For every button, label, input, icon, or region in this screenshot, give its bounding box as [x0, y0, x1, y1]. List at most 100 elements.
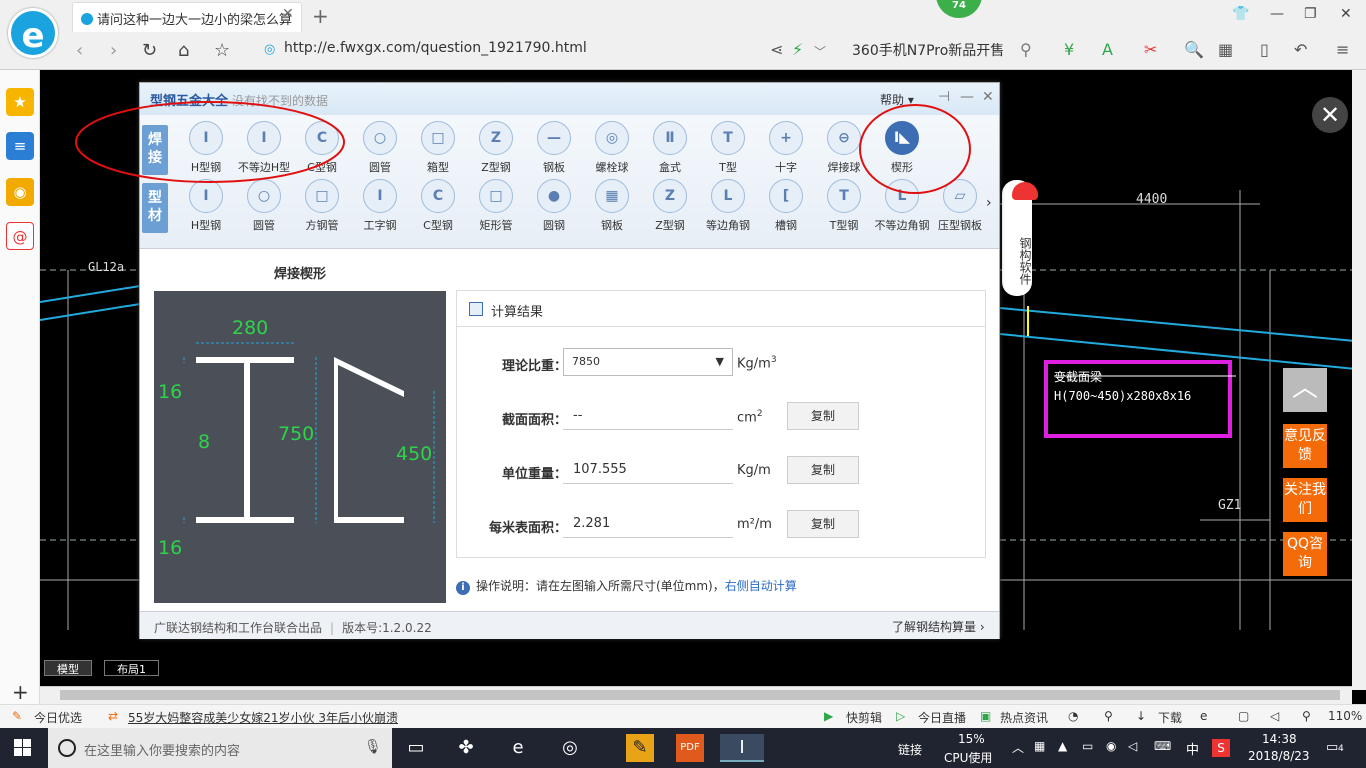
- weld-shape-item[interactable]: I H型钢: [177, 121, 235, 181]
- weld-shape-item[interactable]: + 十字: [757, 121, 815, 181]
- lightning-icon[interactable]: ⚡: [792, 40, 803, 59]
- qq-consult-button[interactable]: QQ咨询: [1283, 532, 1327, 576]
- pdf-app-icon[interactable]: PDF: [676, 734, 704, 762]
- browser-logo-icon[interactable]: e: [8, 8, 58, 58]
- phone-icon[interactable]: ▯: [1260, 40, 1269, 59]
- zoom-level[interactable]: 110%: [1328, 709, 1362, 723]
- news-link[interactable]: 55岁大妈整容成美少女嫁21岁小伙 3年后小伙崩溃: [128, 709, 398, 726]
- profile-shape-item[interactable]: □ 方钢管: [293, 179, 351, 239]
- dim-height-right[interactable]: 450: [396, 443, 432, 465]
- browser-tab[interactable]: 请问这种一边大一边小的梁怎么算: [72, 2, 302, 32]
- menu-icon[interactable]: ≡: [1336, 40, 1349, 59]
- speed-icon[interactable]: ◔: [1068, 709, 1078, 723]
- scissors-icon[interactable]: ✂: [1144, 40, 1157, 59]
- area-field[interactable]: --: [563, 402, 733, 430]
- help-menu[interactable]: 帮助 ▾: [880, 91, 914, 108]
- dialog-close-icon[interactable]: ✕: [982, 89, 994, 105]
- close-overlay-button[interactable]: ✕: [1312, 97, 1348, 133]
- minimize-icon[interactable]: —: [1270, 6, 1284, 22]
- cad-tab-model[interactable]: 模型: [44, 660, 92, 676]
- task-view-icon[interactable]: ▭: [402, 734, 430, 762]
- restore-icon[interactable]: ❐: [1304, 6, 1317, 22]
- steel-tool-app-icon[interactable]: I: [720, 734, 764, 762]
- notes-app-icon[interactable]: ✎: [626, 734, 654, 762]
- ie-mode-icon[interactable]: e: [1200, 709, 1207, 723]
- pin-tool-icon[interactable]: ⚲: [1104, 709, 1113, 723]
- home-icon[interactable]: ⌂: [178, 40, 189, 61]
- dim-top-flange[interactable]: 16: [158, 381, 182, 403]
- profile-shape-item[interactable]: ○ 圆管: [235, 179, 293, 239]
- url-input[interactable]: http://e.fwxgx.com/question_1921790.html: [284, 40, 587, 56]
- forward-icon[interactable]: ›: [110, 40, 117, 61]
- profile-shape-item[interactable]: [槽钢: [757, 179, 815, 239]
- profile-shape-item[interactable]: ▱ 压型钢板: [931, 179, 989, 239]
- back-icon[interactable]: ‹: [76, 40, 83, 61]
- back-to-top-button[interactable]: ︿: [1283, 368, 1327, 412]
- sogou-ime-icon[interactable]: S: [1212, 739, 1230, 757]
- apps-icon[interactable]: ▦: [1218, 40, 1233, 59]
- today-pick-link[interactable]: 今日优选: [34, 709, 82, 726]
- weld-shape-item[interactable]: □ 箱型: [409, 121, 467, 181]
- reader-list-icon[interactable]: ≡: [6, 132, 34, 160]
- refresh-icon[interactable]: ↻: [142, 40, 157, 61]
- pin-icon[interactable]: ⊣: [938, 89, 950, 105]
- live-link[interactable]: 今日直播: [918, 709, 966, 726]
- weld-shape-item[interactable]: I◣ 楔形: [873, 121, 931, 181]
- weld-shape-item[interactable]: C C型钢: [293, 121, 351, 181]
- clock-time[interactable]: 14:38: [1262, 732, 1297, 746]
- copy-area-button[interactable]: 复制: [787, 402, 859, 430]
- profile-shape-item[interactable]: □ 矩形管: [467, 179, 525, 239]
- browser-taskbar-icon[interactable]: e: [504, 734, 532, 762]
- profile-shape-item[interactable]: I 工字钢: [351, 179, 409, 239]
- weld-shape-item[interactable]: — 钢板: [525, 121, 583, 181]
- weibo-icon[interactable]: ◉: [6, 178, 34, 206]
- sound-icon[interactable]: ◁: [1128, 739, 1137, 753]
- close-window-icon[interactable]: ✕: [1340, 6, 1352, 22]
- share-icon[interactable]: ⋖: [770, 40, 783, 59]
- zoom-icon[interactable]: ⚲: [1302, 709, 1311, 723]
- sync-app-icon[interactable]: ◎: [556, 734, 584, 762]
- shield-icon[interactable]: ¥: [1064, 40, 1074, 59]
- profile-shape-item[interactable]: L 不等边角钢: [873, 179, 931, 239]
- network-icon[interactable]: ◉: [1106, 739, 1116, 753]
- weld-shape-item[interactable]: ⊖ 焊接球: [815, 121, 873, 181]
- download-link[interactable]: 下载: [1158, 709, 1182, 726]
- weld-shape-item[interactable]: I 不等边H型: [235, 121, 293, 181]
- volume-icon[interactable]: ◁: [1270, 709, 1279, 723]
- weld-shape-item[interactable]: T T型: [699, 121, 757, 181]
- fan-app-icon[interactable]: ✤: [452, 734, 480, 762]
- clock-date[interactable]: 2018/8/23: [1248, 749, 1310, 763]
- window-icon[interactable]: ▢: [1238, 709, 1249, 723]
- hot-news-link[interactable]: 热点资讯: [1000, 709, 1048, 726]
- dim-height-left[interactable]: 750: [278, 423, 314, 445]
- weld-shape-item[interactable]: Z Z型钢: [467, 121, 525, 181]
- feedback-button[interactable]: 意见反馈: [1283, 424, 1327, 468]
- add-sidebar-icon[interactable]: +: [12, 680, 29, 704]
- battery-icon[interactable]: ▭: [1082, 739, 1093, 753]
- tray-up-icon[interactable]: ︿: [1012, 739, 1024, 756]
- favorite-star-icon[interactable]: ☆: [214, 40, 230, 61]
- tray-link[interactable]: 链接: [898, 741, 922, 758]
- dim-web[interactable]: 8: [198, 431, 210, 453]
- weight-field[interactable]: 107.555: [563, 456, 733, 484]
- chevron-down-icon[interactable]: ﹀: [814, 43, 826, 60]
- tab-close-icon[interactable]: ✕: [282, 6, 294, 22]
- cad-tab-layout1[interactable]: 布局1: [104, 660, 159, 676]
- dialog-minimize-icon[interactable]: —: [960, 89, 974, 105]
- new-tab-button[interactable]: +: [312, 4, 329, 28]
- search-tool-icon[interactable]: 🔍: [1184, 40, 1204, 59]
- notification-icon[interactable]: ▭: [1326, 740, 1338, 755]
- search-icon[interactable]: ⚲: [1020, 40, 1032, 59]
- undo-icon[interactable]: ↶: [1294, 40, 1307, 59]
- tip-link[interactable]: 右侧自动计算: [725, 579, 797, 593]
- profile-shape-item[interactable]: ▦ 钢板: [583, 179, 641, 239]
- profile-shape-item[interactable]: Z Z型钢: [641, 179, 699, 239]
- copy-weight-button[interactable]: 复制: [787, 456, 859, 484]
- taskbar-search[interactable]: 在这里输入你要搜索的内容: [48, 728, 392, 768]
- profile-shape-item[interactable]: L 等边角钢: [699, 179, 757, 239]
- profile-shape-item[interactable]: ● 圆钢: [525, 179, 583, 239]
- quick-cut-link[interactable]: 快剪辑: [846, 709, 882, 726]
- search-box[interactable]: 360手机N7Pro新品开售: [852, 40, 1004, 60]
- density-select[interactable]: 7850 ▼: [563, 348, 733, 376]
- shirt-icon[interactable]: 👕: [1232, 6, 1249, 22]
